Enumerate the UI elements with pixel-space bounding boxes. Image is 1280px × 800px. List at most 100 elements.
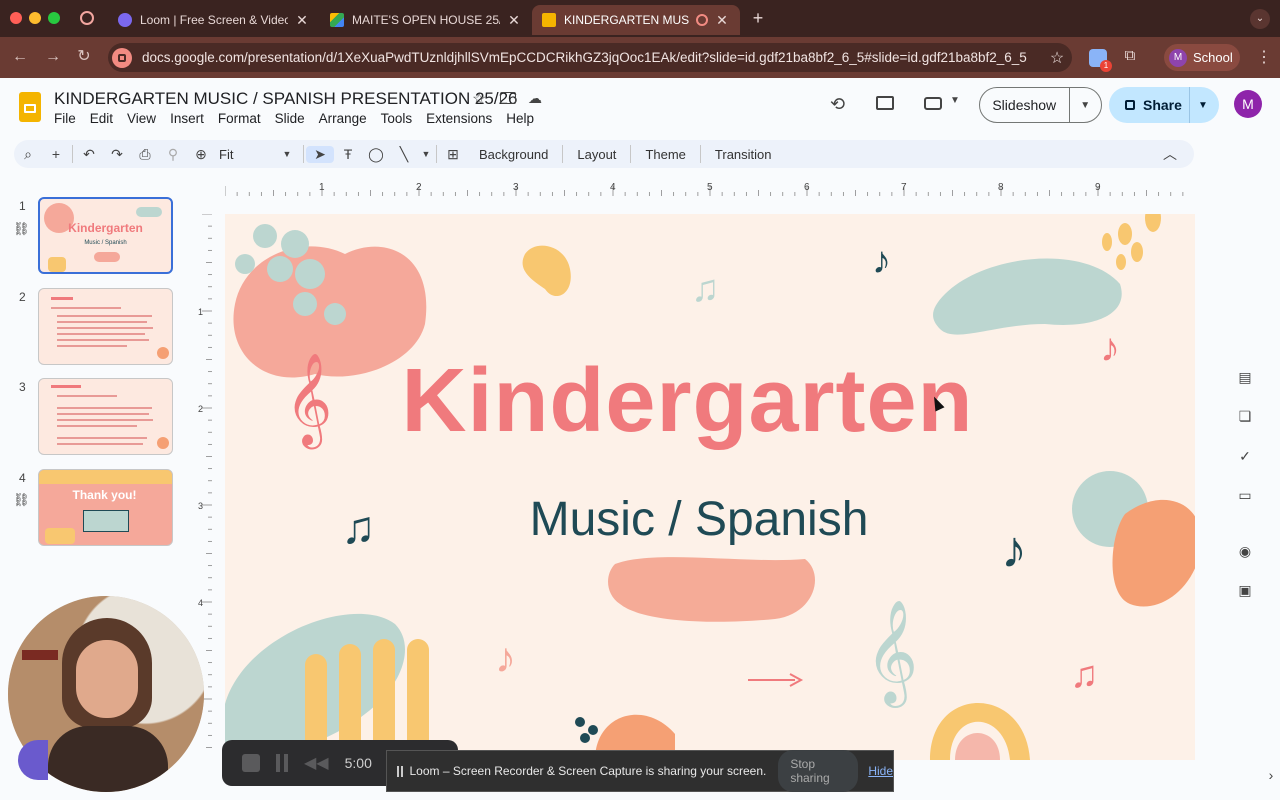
hide-button[interactable]: Hide — [868, 764, 893, 778]
share-dropdown-icon[interactable]: ▼ — [1190, 100, 1216, 111]
expand-panel-chevron-icon[interactable]: › — [1262, 767, 1280, 785]
extensions-puzzle-icon[interactable]: ⧉ — [1120, 47, 1140, 67]
pink-arch — [955, 733, 1000, 760]
menu-help[interactable]: Help — [506, 111, 534, 126]
comments-icon[interactable] — [876, 96, 894, 110]
restart-recording-icon[interactable]: ◀◀ — [304, 753, 329, 773]
tab-open-house[interactable]: MAITE'S OPEN HOUSE 25/26 ✕ — [320, 5, 532, 35]
record-icon[interactable]: ◉ — [1236, 543, 1254, 561]
maximize-window-button[interactable] — [48, 12, 60, 24]
folder-icon[interactable]: ▭ — [1236, 487, 1254, 505]
menu-view[interactable]: View — [127, 111, 156, 126]
close-tab-icon[interactable]: ✕ — [714, 12, 730, 29]
stop-recording-icon[interactable] — [242, 754, 260, 772]
comment-add-icon[interactable]: ⊞ — [439, 146, 467, 163]
keep-icon[interactable]: ❏ — [1236, 408, 1254, 426]
transition-button[interactable]: Transition — [703, 147, 784, 162]
recording-indicator-icon — [696, 14, 708, 26]
menu-format[interactable]: Format — [218, 111, 261, 126]
close-window-button[interactable] — [10, 12, 22, 24]
menu-slide[interactable]: Slide — [275, 111, 305, 126]
meet-video-icon[interactable] — [924, 97, 942, 110]
eighth-note-navy-icon: ♪ — [872, 240, 891, 282]
theme-button[interactable]: Theme — [633, 147, 697, 162]
ruler-label: 3 — [198, 501, 203, 511]
yellow-petal — [1145, 214, 1161, 232]
text-box-icon[interactable]: Ŧ — [334, 146, 362, 162]
slideshow-dropdown-icon[interactable]: ▼ — [1070, 100, 1101, 111]
pause-recording-icon[interactable] — [276, 754, 288, 772]
address-bar[interactable]: docs.google.com/presentation/d/1XeXuaPwd… — [108, 43, 1072, 72]
sage-dot — [235, 254, 255, 274]
sage-dot — [295, 259, 325, 289]
speaker-notes-icon[interactable]: ▤ — [1236, 369, 1254, 387]
navy-dot — [588, 725, 598, 735]
pink-blob-center — [608, 557, 815, 622]
menu-tools[interactable]: Tools — [381, 111, 413, 126]
redo-icon[interactable]: ↷ — [103, 146, 131, 163]
new-tab-button[interactable]: + — [748, 8, 768, 28]
yellow-petal — [1116, 254, 1126, 270]
minimize-window-button[interactable] — [29, 12, 41, 24]
menu-edit[interactable]: Edit — [90, 111, 113, 126]
slide-title[interactable]: Kindergarten — [225, 350, 1150, 453]
tab-loom[interactable]: Loom | Free Screen & Video R ✕ — [108, 5, 320, 35]
menu-insert[interactable]: Insert — [170, 111, 204, 126]
share-button[interactable]: Share — [1143, 97, 1189, 113]
stop-sharing-button[interactable]: Stop sharing — [778, 750, 859, 792]
document-title[interactable]: KINDERGARTEN MUSIC / SPANISH PRESENTATIO… — [54, 89, 518, 109]
star-icon[interactable]: ☆ — [472, 89, 486, 109]
line-dropdown-icon[interactable]: ▼ — [418, 149, 434, 159]
tasks-icon[interactable]: ✓ — [1236, 448, 1254, 466]
slides-logo-icon[interactable] — [19, 92, 41, 122]
search-menus-icon[interactable]: ⌕ — [14, 146, 42, 163]
back-arrow-icon[interactable]: ← — [9, 46, 31, 68]
zoom-icon[interactable]: ⊕ — [187, 146, 215, 163]
menu-arrange[interactable]: Arrange — [319, 111, 367, 126]
version-history-icon[interactable]: ⟲ — [830, 94, 845, 115]
extension-icon[interactable]: 1 — [1089, 49, 1112, 72]
profile-button[interactable]: M School — [1164, 44, 1240, 71]
sage-dot — [324, 303, 346, 325]
layout-button[interactable]: Layout — [565, 147, 628, 162]
link-icon: ⛓ — [13, 221, 30, 236]
ruler-label: 1 — [319, 182, 325, 193]
reload-icon[interactable]: ↻ — [73, 46, 95, 68]
line-icon[interactable]: ╲ — [390, 146, 418, 163]
site-info-icon[interactable] — [112, 47, 132, 68]
slide-thumbnail-1[interactable]: Kindergarten Music / Spanish — [38, 197, 173, 274]
loom-recording-icon[interactable] — [80, 11, 94, 25]
select-cursor-icon[interactable]: ➤ — [306, 145, 334, 163]
close-tab-icon[interactable]: ✕ — [294, 12, 310, 29]
slide-thumbnail-2[interactable] — [38, 288, 173, 365]
slide-thumbnail-3[interactable] — [38, 378, 173, 455]
zoom-dropdown-icon[interactable]: ▼ — [273, 149, 301, 159]
account-avatar[interactable]: M — [1234, 90, 1262, 118]
slide-thumbnail-4[interactable]: Thank you! — [38, 469, 173, 546]
forward-arrow-icon[interactable]: → — [42, 46, 64, 68]
meet-dropdown-icon[interactable]: ▼ — [950, 95, 960, 106]
zoom-select[interactable]: Fit — [215, 147, 273, 162]
drag-handle-icon[interactable] — [397, 765, 404, 777]
menu-file[interactable]: File — [54, 111, 76, 126]
background-button[interactable]: Background — [467, 147, 560, 162]
undo-icon[interactable]: ↶ — [75, 146, 103, 163]
shape-icon[interactable]: ◯ — [362, 146, 390, 163]
tab-search-chevron-icon[interactable]: ⌄ — [1250, 9, 1270, 29]
paint-format-icon[interactable]: ⚲ — [159, 146, 187, 163]
slideshow-button[interactable]: Slideshow — [980, 97, 1069, 113]
menu-extensions[interactable]: Extensions — [426, 111, 492, 126]
move-folder-icon[interactable] — [500, 92, 516, 104]
ruler-label: 7 — [901, 182, 907, 193]
collapse-toolbar-chevron-icon[interactable]: ︿ — [1156, 144, 1184, 164]
new-slide-icon[interactable]: + — [42, 146, 70, 162]
sage-dot — [267, 256, 293, 282]
print-icon[interactable]: ⎙ — [131, 146, 159, 163]
bookmark-star-icon[interactable]: ☆ — [1042, 48, 1072, 68]
slide-subtitle[interactable]: Music / Spanish — [225, 492, 1173, 547]
tab-kindergarten-music[interactable]: KINDERGARTEN MUSIC / ✕ — [532, 5, 740, 35]
slide-canvas[interactable]: 𝄞 𝄞 ♪ ♫ ♪ ♫ ♪ ♪ ♫ Kindergarten Music / S… — [225, 214, 1195, 760]
camera-record-icon[interactable]: ▣ — [1236, 582, 1254, 600]
chrome-menu-icon[interactable]: ⋮ — [1256, 47, 1272, 67]
close-tab-icon[interactable]: ✕ — [506, 12, 522, 29]
